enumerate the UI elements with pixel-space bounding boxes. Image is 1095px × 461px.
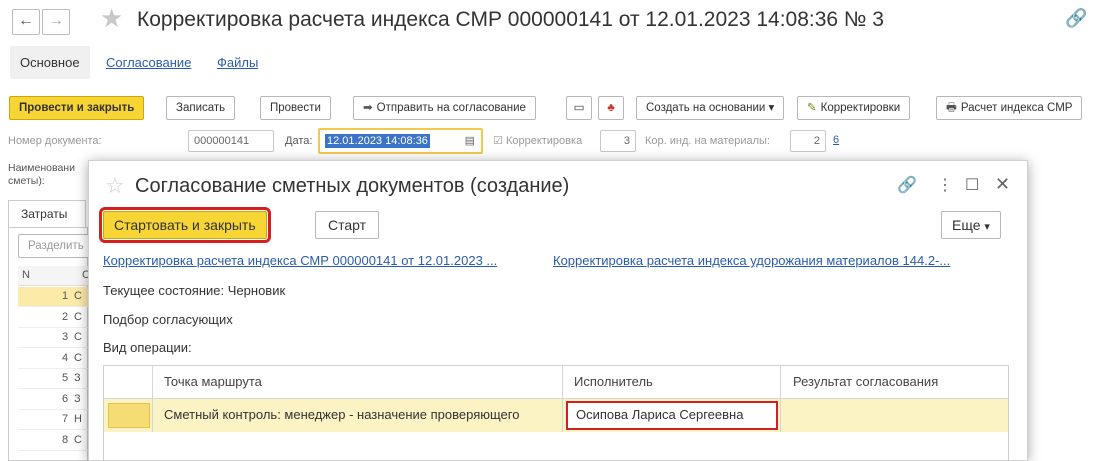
row-number: 8 [62, 433, 69, 446]
row-code: С [74, 290, 82, 302]
tab-main[interactable]: Основное [10, 46, 90, 79]
costs-table-header: N С [18, 266, 90, 286]
checkbox-icon: ☑ [493, 135, 503, 147]
table-row[interactable]: 7Н [18, 410, 88, 430]
structure-button[interactable]: ♣ [598, 96, 624, 120]
index-calc-button[interactable]: 🖶 Расчет индекса СМР [936, 96, 1083, 120]
approvers-selection-label: Подбор согласующих [103, 312, 233, 327]
pencil-icon: ✎ [807, 102, 817, 114]
kor-ind-field[interactable]: 2 [790, 130, 826, 152]
table-row[interactable]: 5З [18, 369, 88, 389]
printer-icon: 🖶 [946, 102, 957, 114]
comment-button[interactable]: ▭ [566, 96, 592, 120]
favorite-star-icon[interactable]: ☆ [105, 173, 125, 199]
table-row[interactable]: 4С [18, 349, 88, 369]
table-row[interactable]: 8С [18, 431, 88, 451]
approval-dialog: ☆ Согласование сметных документов (созда… [88, 160, 1028, 461]
split-button[interactable]: Разделить [18, 234, 94, 258]
start-and-close-button[interactable]: Стартовать и закрыть [99, 207, 271, 243]
doc-number-field[interactable]: 000000141 [188, 130, 274, 152]
row-code: З [74, 372, 81, 384]
row-number: 1 [62, 290, 69, 302]
table-row[interactable]: 2С [18, 308, 88, 328]
operation-type-label: Вид операции: [103, 340, 192, 355]
table-row[interactable]: 1С [18, 287, 88, 307]
post-and-close-button[interactable]: Провести и закрыть [9, 96, 145, 120]
table-row[interactable]: 3С [18, 328, 88, 348]
row-code: С [74, 331, 82, 343]
post-button[interactable]: Провести [260, 96, 331, 120]
table-row[interactable]: Сметный контроль: менеджер - назначение … [104, 399, 1008, 432]
maximize-icon[interactable]: ☐ [965, 175, 979, 195]
row-number: 3 [62, 331, 69, 343]
kor-ind-link[interactable]: 6 [833, 134, 839, 146]
arrow-right-icon: → [48, 12, 64, 29]
kor-ind-label: Кор. инд. на материалы: [645, 135, 770, 147]
current-state: Текущее состояние: Черновик [103, 283, 286, 298]
dropdown-icon: ▾ [768, 102, 775, 114]
route-point-cell: Сметный контроль: менеджер - назначение … [164, 407, 520, 422]
dialog-title: Согласование сметных документов (создани… [135, 175, 570, 197]
arrow-left-icon: ← [18, 12, 34, 29]
hierarchy-icon: ♣ [607, 102, 615, 114]
row-selector[interactable] [108, 403, 150, 428]
back-button[interactable]: ← [12, 9, 40, 35]
row-code: Н [74, 413, 82, 425]
name-label: Наименовани [8, 162, 75, 174]
row-number: 4 [62, 351, 69, 364]
row-number: 7 [62, 413, 69, 425]
forward-button[interactable]: → [42, 9, 70, 35]
favorite-star-icon[interactable]: ★ [100, 3, 123, 34]
corrections-button[interactable]: ✎ Корректировки [797, 96, 911, 120]
create-based-on-button[interactable]: Создать на основании ▾ [636, 96, 785, 120]
calendar-icon[interactable]: ▤ [465, 130, 475, 152]
more-menu-icon[interactable]: ⋮ [937, 175, 953, 195]
page-title: Корректировка расчета индекса СМР 000000… [137, 8, 884, 31]
row-code: С [74, 351, 82, 364]
name-label-cont: сметы): [8, 175, 45, 187]
link-materials-correction[interactable]: Корректировка расчета индекса удорожания… [553, 253, 950, 268]
row-code: С [74, 433, 82, 446]
route-table-header: Точка маршрута Исполнитель Результат сог… [104, 366, 1008, 399]
row-code: З [74, 392, 81, 405]
tab-files[interactable]: Файлы [217, 55, 258, 70]
close-icon[interactable]: ✕ [995, 174, 1010, 195]
column-approval-result[interactable]: Результат согласования [793, 374, 938, 389]
row-code: С [74, 310, 82, 323]
tab-costs[interactable]: Затраты [8, 200, 86, 228]
correction-checkbox[interactable]: ☑ Корректировка [493, 134, 582, 147]
route-table: Точка маршрута Исполнитель Результат сог… [103, 365, 1009, 461]
more-button[interactable]: Еще ▾ [941, 211, 1001, 239]
save-button[interactable]: Записать [166, 96, 236, 120]
start-button[interactable]: Старт [315, 211, 380, 239]
send-arrow-icon: ➡ [363, 102, 373, 114]
dropdown-icon: ▾ [984, 221, 990, 233]
send-approval-button[interactable]: ➡ Отправить на согласование [353, 96, 536, 120]
link-index-correction[interactable]: Корректировка расчета индекса СМР 000000… [103, 253, 497, 268]
column-route-point[interactable]: Точка маршрута [164, 374, 262, 389]
row-number: 5 [62, 372, 69, 384]
link-icon[interactable]: 🔗 [1065, 8, 1087, 29]
comment-icon: ▭ [573, 102, 585, 114]
row-number: 6 [62, 392, 69, 405]
table-row[interactable]: 6З [18, 390, 88, 410]
date-label: Дата: [285, 135, 313, 147]
row-number: 2 [62, 310, 69, 323]
column-executor[interactable]: Исполнитель [574, 374, 653, 389]
tab-approval[interactable]: Согласование [106, 55, 191, 70]
executor-cell[interactable]: Осипова Лариса Сергеевна [566, 401, 778, 430]
correction-number-field[interactable]: 3 [600, 130, 636, 152]
date-field[interactable]: 12.01.2023 14:08:36 ▤ [318, 128, 483, 154]
link-icon[interactable]: 🔗 [897, 175, 917, 195]
doc-number-label: Номер документа: [8, 135, 102, 147]
